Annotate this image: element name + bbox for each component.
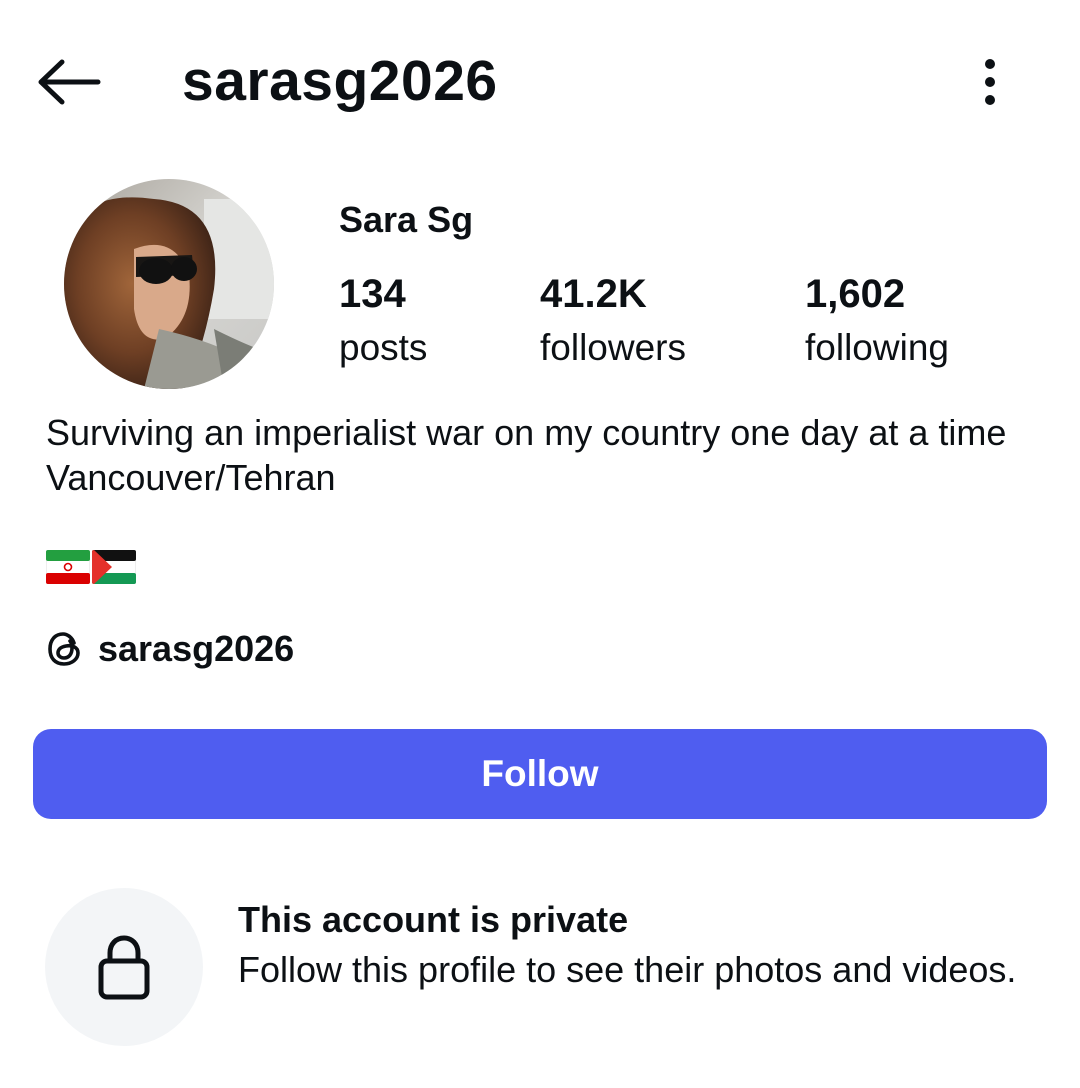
followers-count: 41.2K (540, 272, 647, 316)
bio-location: Vancouver/Tehran (46, 457, 336, 498)
following-count: 1,602 (805, 272, 906, 316)
back-button[interactable] (30, 50, 108, 114)
bio-text: Surviving an imperialist war on my count… (46, 412, 1007, 453)
posts-label: posts (339, 327, 428, 368)
display-name: Sara Sg (339, 199, 474, 240)
vertical-dots-icon (985, 59, 995, 105)
private-lock-badge (45, 888, 203, 1046)
avatar[interactable] (64, 179, 274, 389)
followers-stat[interactable]: 41.2K followers (540, 268, 686, 376)
private-description: Follow this profile to see their photos … (238, 949, 1017, 990)
iran-flag (46, 550, 90, 584)
posts-stat[interactable]: 134 posts (339, 268, 427, 376)
more-options-button[interactable] (962, 52, 1018, 112)
posts-count: 134 (339, 272, 406, 316)
threads-icon (48, 632, 80, 666)
threads-link[interactable]: sarasg2026 (46, 626, 294, 672)
bio: Surviving an imperialist war on my count… (46, 410, 1036, 500)
arrow-left-icon (38, 59, 101, 105)
private-title: This account is private (238, 899, 629, 940)
following-label: following (805, 327, 949, 368)
follow-button[interactable]: Follow (33, 729, 1047, 819)
lock-icon (98, 935, 150, 1000)
page-title: sarasg2026 (182, 49, 498, 113)
following-stat[interactable]: 1,602 following (805, 268, 949, 376)
threads-handle: sarasg2026 (98, 628, 295, 669)
palestine-flag (92, 550, 136, 584)
bio-flags (46, 548, 136, 586)
followers-label: followers (540, 327, 686, 368)
